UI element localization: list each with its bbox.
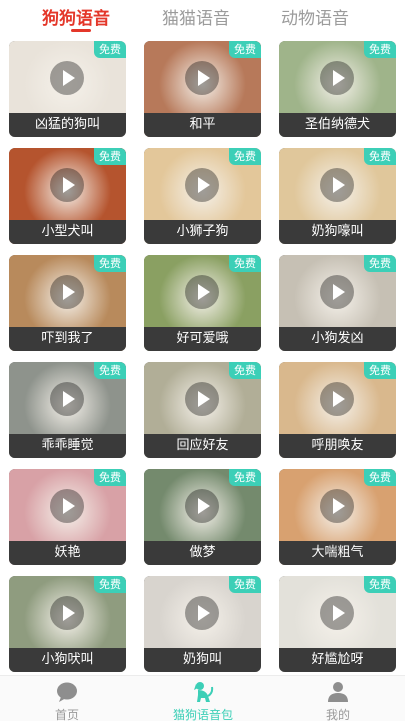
sound-card-label: 大喘粗气: [279, 541, 396, 565]
sound-card[interactable]: 免费呼朋唤友: [279, 362, 396, 458]
play-icon[interactable]: [320, 596, 354, 630]
free-badge: 免费: [94, 469, 126, 486]
sound-card[interactable]: 免费大喘粗气: [279, 469, 396, 565]
play-icon[interactable]: [50, 168, 84, 202]
sound-card[interactable]: 免费回应好友: [144, 362, 261, 458]
sound-card-label: 好可爱哦: [144, 327, 261, 351]
tab-dog-voice[interactable]: 狗狗语音: [42, 4, 110, 29]
play-icon[interactable]: [320, 275, 354, 309]
sound-card[interactable]: 免费和平: [144, 41, 261, 137]
play-icon[interactable]: [185, 168, 219, 202]
bottom-navigation: 首页 猫狗语音包 我的: [0, 675, 405, 722]
free-badge: 免费: [229, 148, 261, 165]
sound-card-label: 小狗吠叫: [9, 648, 126, 672]
dog-icon: [194, 682, 214, 702]
sound-card-label: 呼朋唤友: [279, 434, 396, 458]
free-badge: 免费: [229, 41, 261, 58]
play-icon[interactable]: [185, 489, 219, 523]
sound-card[interactable]: 免费好尴尬呀: [279, 576, 396, 672]
nav-home[interactable]: 首页: [12, 676, 122, 722]
free-badge: 免费: [229, 255, 261, 272]
category-tabs: 狗狗语音 猫猫语音 动物语音: [0, 0, 405, 36]
sound-card-label: 圣伯纳德犬: [279, 113, 396, 137]
sound-card[interactable]: 免费奶狗嚎叫: [279, 148, 396, 244]
nav-home-label: 首页: [54, 708, 79, 722]
sound-card-label: 好尴尬呀: [279, 648, 396, 672]
sound-card[interactable]: 免费妖艳: [9, 469, 126, 565]
free-badge: 免费: [94, 362, 126, 379]
free-badge: 免费: [94, 148, 126, 165]
sound-card-label: 妖艳: [9, 541, 126, 565]
sound-card-label: 奶狗叫: [144, 648, 261, 672]
free-badge: 免费: [229, 362, 261, 379]
free-badge: 免费: [364, 41, 396, 58]
play-icon[interactable]: [50, 382, 84, 416]
tab-animal-voice[interactable]: 动物语音: [281, 4, 349, 29]
sound-card-label: 回应好友: [144, 434, 261, 458]
play-icon[interactable]: [50, 275, 84, 309]
sound-card-label: 乖乖睡觉: [9, 434, 126, 458]
sound-card-label: 小狗发凶: [279, 327, 396, 351]
sound-card[interactable]: 免费吓到我了: [9, 255, 126, 351]
play-icon[interactable]: [185, 275, 219, 309]
free-badge: 免费: [94, 255, 126, 272]
user-icon: [328, 682, 348, 702]
sound-card-label: 小型犬叫: [9, 220, 126, 244]
free-badge: 免费: [229, 469, 261, 486]
play-icon[interactable]: [320, 489, 354, 523]
sound-card[interactable]: 免费圣伯纳德犬: [279, 41, 396, 137]
free-badge: 免费: [364, 362, 396, 379]
sound-card[interactable]: 免费小型犬叫: [9, 148, 126, 244]
nav-profile[interactable]: 我的: [283, 676, 393, 722]
active-tab-indicator: [71, 29, 91, 32]
nav-voice-pack[interactable]: 猫狗语音包: [148, 676, 258, 722]
sound-card-label: 和平: [144, 113, 261, 137]
sound-card-label: 凶猛的狗叫: [9, 113, 126, 137]
play-icon[interactable]: [50, 596, 84, 630]
sound-card[interactable]: 免费奶狗叫: [144, 576, 261, 672]
play-icon[interactable]: [185, 382, 219, 416]
sound-card[interactable]: 免费小狗发凶: [279, 255, 396, 351]
chat-bubble-icon: [57, 682, 77, 702]
play-icon[interactable]: [185, 61, 219, 95]
sound-card[interactable]: 免费小狗吠叫: [9, 576, 126, 672]
sound-card[interactable]: 免费好可爱哦: [144, 255, 261, 351]
sound-card-label: 奶狗嚎叫: [279, 220, 396, 244]
sound-card[interactable]: 免费凶猛的狗叫: [9, 41, 126, 137]
play-icon[interactable]: [50, 61, 84, 95]
free-badge: 免费: [364, 148, 396, 165]
nav-profile-label: 我的: [325, 708, 350, 722]
nav-voice-pack-label: 猫狗语音包: [172, 708, 233, 722]
sound-card[interactable]: 免费乖乖睡觉: [9, 362, 126, 458]
sound-card-label: 吓到我了: [9, 327, 126, 351]
play-icon[interactable]: [185, 596, 219, 630]
free-badge: 免费: [94, 41, 126, 58]
play-icon[interactable]: [320, 168, 354, 202]
play-icon[interactable]: [320, 382, 354, 416]
sound-card[interactable]: 免费做梦: [144, 469, 261, 565]
free-badge: 免费: [364, 576, 396, 593]
sound-card[interactable]: 免费小狮子狗: [144, 148, 261, 244]
free-badge: 免费: [364, 255, 396, 272]
sound-grid: 免费 凶猛的狗叫 免费 和平 免费 圣伯纳德犬 免费 小型犬叫 免费 小狮子狗 免费 奶狗嚎叫 免费 吓到…: [9, 41, 397, 672]
sound-card-label: 做梦: [144, 541, 261, 565]
free-badge: 免费: [229, 576, 261, 593]
free-badge: 免费: [94, 576, 126, 593]
tab-cat-voice[interactable]: 猫猫语音: [162, 4, 230, 29]
play-icon[interactable]: [50, 489, 84, 523]
sound-card-label: 小狮子狗: [144, 220, 261, 244]
free-badge: 免费: [364, 469, 396, 486]
play-icon[interactable]: [320, 61, 354, 95]
